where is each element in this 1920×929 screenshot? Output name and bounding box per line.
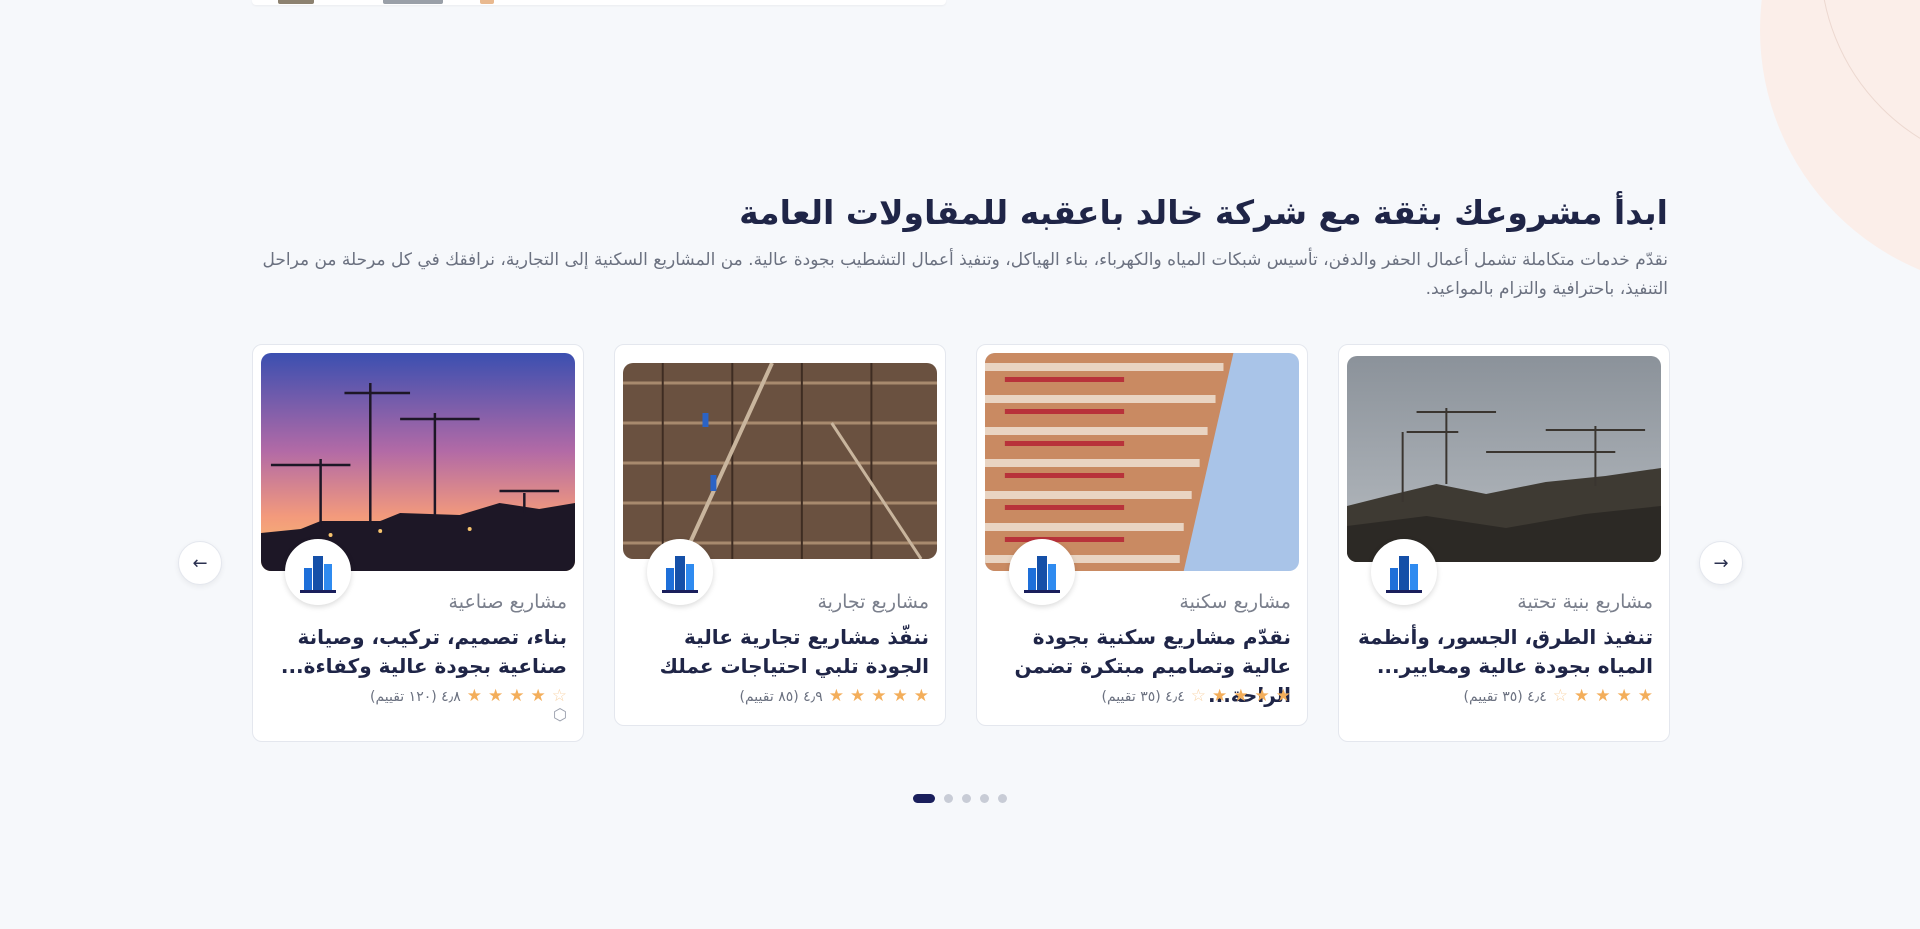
carousel-dot[interactable] [944,794,953,803]
carousel-next-button[interactable]: → [1699,541,1743,585]
card-category: مشاريع تجارية [817,591,929,613]
star-half-icon: ★ [913,686,929,706]
star-empty-icon: ☆ [1190,686,1206,706]
company-logo-icon [1009,539,1075,605]
section-title: ابدأ مشروعك بثقة مع شركة خالد باعقبه للم… [739,193,1668,232]
star-icon: ★ [1275,686,1291,706]
star-icon: ★ [1595,686,1611,706]
carousel-dot[interactable] [980,794,989,803]
card-title[interactable]: بناء، تصميم، تركيب، وصيانة صناعية بجودة … [269,623,567,681]
project-card-industrial[interactable]: مشاريع صناعية بناء، تصميم، تركيب، وصيانة… [252,344,584,742]
cube-icon: ⬡ [553,705,567,724]
star-icon: ★ [509,686,525,706]
card-rating: ★ ★ ★ ★ ★ ٤٫٩ (٨٥ تقييم) [740,688,929,705]
carousel-dot[interactable] [998,794,1007,803]
previous-section-strip [252,0,946,5]
carousel-dot[interactable] [962,794,971,803]
cranes-cloudy-sky-photo [1347,356,1661,562]
project-card-commercial[interactable]: مشاريع تجارية ننفّذ مشاريع تجارية عالية … [614,344,946,726]
company-logo-icon [285,539,351,605]
star-icon: ★ [1212,686,1228,706]
rating-text: ٤٫٤ (٣٥ تقييم) [1101,688,1185,705]
star-icon: ★ [1616,686,1632,706]
rebar-site-photo [623,363,937,559]
star-icon: ★ [488,686,504,706]
company-logo-icon [1371,539,1437,605]
card-rating: ★ ★ ★ ★ ☆ ٤٫٤ (٣٥ تقييم) [1464,688,1653,705]
arrow-left-icon: ← [192,552,208,574]
strip-thumbnail [278,0,314,4]
card-category: مشاريع بنية تحتية [1517,591,1653,613]
rating-text: ٤٫٤ (٣٥ تقييم) [1463,688,1547,705]
card-category: مشاريع سكنية [1179,591,1291,613]
section-description: نقدّم خدمات متكاملة تشمل أعمال الحفر وال… [262,250,1668,299]
strip-thumbnail [480,0,494,4]
star-icon: ★ [892,686,908,706]
card-rating: ★ ★ ★ ★ ☆ ٤٫٤ (٣٥ تقييم) [1102,688,1291,705]
star-icon: ★ [1574,686,1590,706]
star-empty-icon: ☆ [1552,686,1568,706]
company-logo-icon [647,539,713,605]
carousel-dot[interactable] [913,794,935,803]
arrow-right-icon: → [1713,552,1729,574]
rating-text: ٤٫٨ (١٢٠ تقييم) [370,688,461,705]
star-icon: ★ [850,686,866,706]
star-icon: ★ [1254,686,1270,706]
star-icon: ★ [828,686,844,706]
star-icon: ★ [1233,686,1249,706]
star-icon: ★ [530,686,546,706]
project-card-infrastructure[interactable]: مشاريع بنية تحتية تنفيذ الطرق، الجسور، و… [1338,344,1670,742]
strip-thumbnail [383,0,443,4]
residential-tower-photo [985,353,1299,571]
card-rating: ☆ ★ ★ ★ ★ ٤٫٨ (١٢٠ تقييم) [370,688,567,705]
cranes-sunset-photo [261,353,575,571]
rating-text: ٤٫٩ (٨٥ تقييم) [739,688,823,705]
carousel-pagination [913,794,1007,803]
carousel-prev-button[interactable]: ← [178,541,222,585]
project-card-residential[interactable]: مشاريع سكنية نقدّم مشاريع سكنية بجودة عا… [976,344,1308,726]
star-icon: ★ [1637,686,1653,706]
star-empty-icon: ☆ [551,686,567,706]
star-icon: ★ [871,686,887,706]
card-category: مشاريع صناعية [448,591,567,613]
star-icon: ★ [466,686,482,706]
card-title[interactable]: تنفيذ الطرق، الجسور، وأنظمة المياه بجودة… [1355,623,1653,681]
card-title[interactable]: ننفّذ مشاريع تجارية عالية الجودة تلبي اح… [631,623,929,681]
page: ابدأ مشروعك بثقة مع شركة خالد باعقبه للم… [0,0,1920,929]
